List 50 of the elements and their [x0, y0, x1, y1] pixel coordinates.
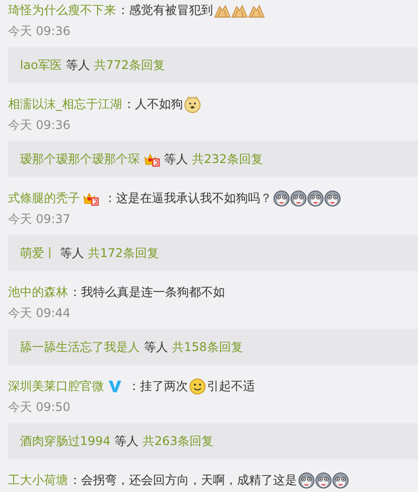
comment-time: 今天 09:36: [8, 117, 70, 134]
husky-face-icon: [324, 190, 341, 206]
comment-text: ：这是在逼我承认我不如狗吗？: [104, 190, 272, 206]
reply-count-link[interactable]: 共232条回复: [192, 150, 263, 168]
user-name-link[interactable]: 深圳美莱口腔官微: [8, 378, 104, 394]
comment-time: 今天 09:44: [8, 305, 70, 322]
replies-panel[interactable]: 酒肉穿肠过1994 等人 共263条回复: [8, 423, 418, 459]
reply-user-link[interactable]: 瑷那个瑷那个瑷那个琛: [20, 150, 140, 168]
dog-face-icon: [184, 96, 201, 112]
reply-user-link[interactable]: 舔一舔生活忘了我是人: [20, 338, 140, 356]
replies-panel[interactable]: 瑷那个瑷那个瑷那个琛 等人 共232条回复: [8, 141, 418, 177]
verified-v-icon: [107, 378, 123, 394]
reply-user-link[interactable]: 酒肉穿肠过1994: [20, 432, 111, 450]
reply-count-link[interactable]: 共263条回复: [142, 432, 214, 450]
user-name-link[interactable]: 工大小荷塘: [8, 472, 68, 488]
husky-face-icon: [298, 472, 315, 488]
husky-face-icon: [332, 472, 349, 488]
comment-text: ：挂了两次: [128, 378, 188, 394]
comment-text: ：会拐弯，还会回方向，天啊，成精了这是: [69, 472, 297, 488]
comment-time: 今天 09:36: [8, 23, 70, 40]
husky-face-icon: [290, 190, 307, 206]
husky-face-icon: [315, 472, 332, 488]
reply-user-link[interactable]: 萌爱丨: [20, 244, 56, 262]
reply-others-text: 等人: [144, 338, 168, 356]
reply-others-text: 等人: [66, 56, 90, 74]
replies-panel[interactable]: 舔一舔生活忘了我是人 等人 共158条回复: [8, 329, 418, 365]
replies-panel[interactable]: 萌爱丨 等人 共172条回复: [8, 235, 418, 271]
crown-badge-icon: [144, 151, 160, 167]
crown-badge-icon: [83, 190, 99, 206]
user-name-link[interactable]: 池中的森林: [8, 284, 68, 300]
reply-count-link[interactable]: 共172条回复: [88, 244, 159, 262]
comment-text: ：人不如狗: [123, 96, 183, 112]
replies-panel[interactable]: lao军医 等人 共772条回复: [8, 47, 418, 83]
smiley-icon: [189, 378, 206, 394]
comment-text: ：感觉有被冒犯到: [117, 2, 213, 18]
reply-count-link[interactable]: 共158条回复: [172, 338, 243, 356]
reply-user-link[interactable]: lao军医: [20, 56, 62, 74]
comment-time: 今天 09:37: [8, 211, 70, 228]
comment-text: 引起不适: [207, 378, 255, 394]
user-name-link[interactable]: 相濡以沫_相忘于江湖: [8, 96, 122, 112]
comment-text: ：我特么真是连一条狗都不如: [69, 284, 225, 300]
reply-others-text: 等人: [60, 244, 84, 262]
husky-face-icon: [273, 190, 290, 206]
reply-count-link[interactable]: 共772条回复: [94, 56, 165, 74]
reply-others-text: 等人: [114, 432, 139, 450]
comment-time: 今天 09:50: [8, 399, 70, 416]
user-name-link[interactable]: 式條腿的秃子: [8, 190, 80, 206]
user-name-link[interactable]: 琦怪为什么瘦不下来: [8, 2, 116, 18]
husky-face-icon: [307, 190, 324, 206]
reply-others-text: 等人: [164, 150, 188, 168]
